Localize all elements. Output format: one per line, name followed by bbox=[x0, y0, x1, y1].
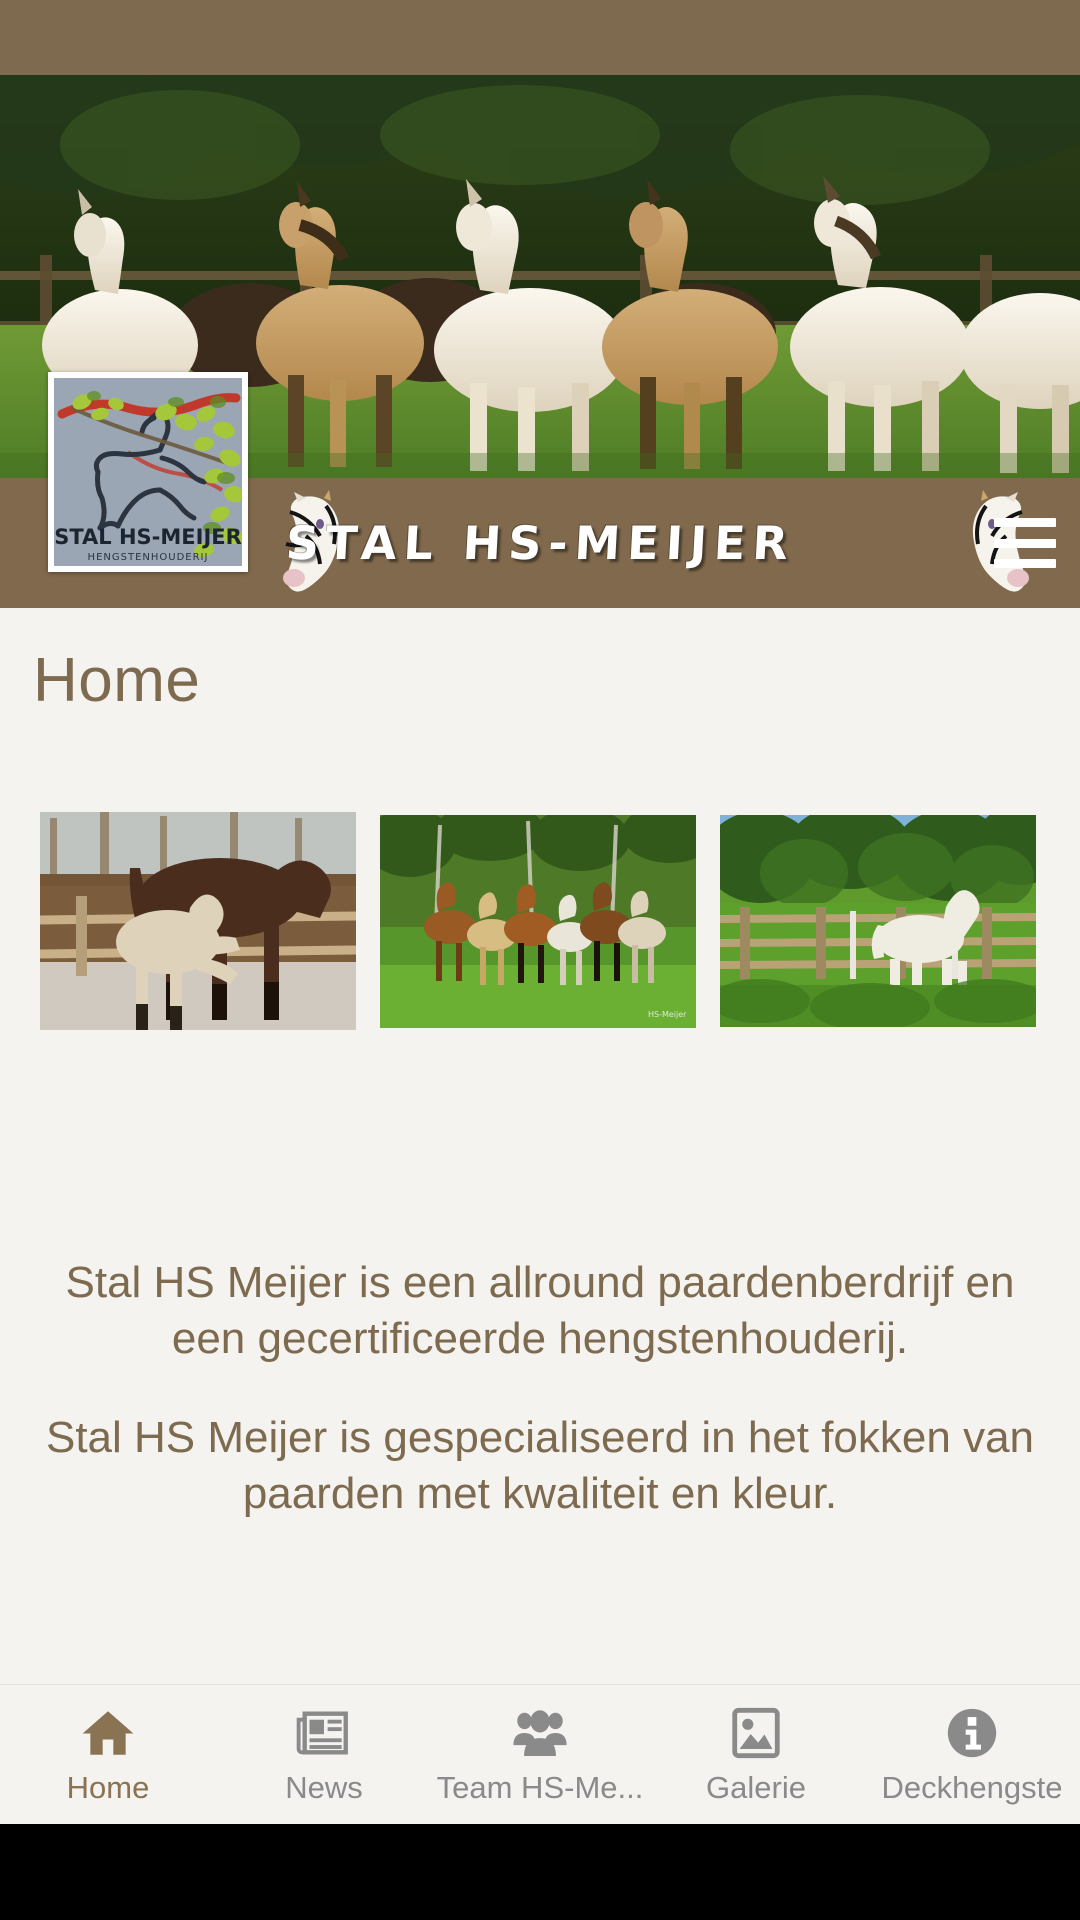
svg-text:HENGSTENHOUDERIJ: HENGSTENHOUDERIJ bbox=[88, 552, 209, 563]
home-icon bbox=[82, 1710, 134, 1755]
tab-team[interactable]: Team HS-Me... bbox=[432, 1685, 648, 1824]
site-logo[interactable]: STAL HS-MEIJER HENGSTENHOUDERIJ bbox=[48, 372, 248, 572]
tab-news[interactable]: News bbox=[216, 1685, 432, 1824]
tab-label: Galerie bbox=[706, 1769, 806, 1805]
tab-label: News bbox=[285, 1769, 363, 1805]
tab-deckhengste[interactable]: Deckhengste bbox=[864, 1685, 1080, 1824]
bottom-tab-bar: Home News Team HS-Me... Galerie Deckheng… bbox=[0, 1684, 1080, 1824]
gallery-thumbnail[interactable] bbox=[720, 815, 1036, 1027]
tab-home[interactable]: Home bbox=[0, 1685, 216, 1824]
app-root: STAL HS-MEIJER STAL HS-MEIJER HENGSTENHO… bbox=[0, 0, 1080, 1920]
tab-label: Team HS-Me... bbox=[436, 1769, 644, 1805]
gallery-thumbnail[interactable] bbox=[40, 812, 356, 1030]
intro-paragraph: Stal HS Meijer is gespecialiseerd in het… bbox=[45, 1412, 1035, 1518]
hamburger-bar bbox=[994, 518, 1056, 527]
hamburger-bar bbox=[994, 559, 1056, 568]
page-title: Home bbox=[33, 646, 201, 715]
image-icon bbox=[732, 1707, 780, 1758]
system-navigation-bar bbox=[0, 1824, 1080, 1920]
herd-running-photo: HS-Meijer bbox=[380, 815, 696, 1028]
tab-label: Deckhengste bbox=[881, 1769, 1063, 1805]
tab-gallery[interactable]: Galerie bbox=[648, 1685, 864, 1824]
intro-text-block: Stal HS Meijer is een allround paardenbe… bbox=[0, 1255, 1080, 1522]
status-bar bbox=[0, 0, 1080, 75]
gallery-thumbnail[interactable]: HS-Meijer bbox=[380, 815, 696, 1028]
tab-label: Home bbox=[66, 1769, 150, 1805]
logo-illustration: STAL HS-MEIJER HENGSTENHOUDERIJ bbox=[54, 378, 242, 566]
intro-paragraph: Stal HS Meijer is een allround paardenbe… bbox=[65, 1258, 1015, 1364]
hamburger-bar bbox=[994, 538, 1056, 548]
svg-text:HS-Meijer: HS-Meijer bbox=[648, 1010, 687, 1019]
hamburger-menu-icon[interactable] bbox=[994, 518, 1056, 568]
foal-with-mare-photo bbox=[40, 812, 356, 1030]
newspaper-icon bbox=[296, 1710, 348, 1755]
people-group-icon bbox=[513, 1709, 567, 1756]
white-foal-photo bbox=[720, 815, 1036, 1027]
horse-head-icon bbox=[283, 490, 340, 592]
info-circle-icon bbox=[947, 1708, 997, 1757]
svg-text:STAL HS-MEIJER: STAL HS-MEIJER bbox=[54, 525, 242, 549]
gallery-thumbnail-row: HS-Meijer bbox=[40, 812, 1040, 1030]
